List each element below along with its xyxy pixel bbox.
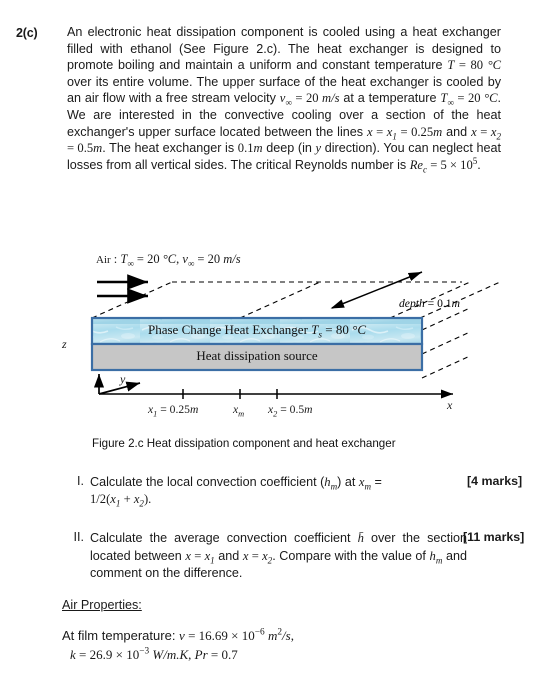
- temp-equation: = 80: [454, 58, 488, 73]
- part-I-plus: +: [120, 492, 134, 507]
- k-exponent: −3: [139, 646, 150, 657]
- part-II-text: Calculate the average convection coeffic…: [90, 530, 467, 582]
- depth-label-unit: m: [451, 297, 460, 310]
- question-text: An electronic heat dissipation component…: [67, 24, 501, 174]
- part-II-seg-f: . Compare with the value of: [272, 548, 430, 563]
- tinf-equation: = 20: [453, 91, 485, 106]
- x2-value: 0.5: [77, 141, 94, 156]
- part-I-marks: [4 marks]: [467, 474, 523, 488]
- air-properties-title: Air Properties:: [62, 598, 142, 612]
- q-seg-6: . The heat exchanger is: [102, 141, 238, 156]
- part-II-eq-1: =: [191, 548, 205, 563]
- nu-comma: ,: [290, 628, 294, 643]
- velocity-equation: = 20: [291, 91, 323, 106]
- k-unit: W/m.K: [149, 647, 189, 662]
- figure-caption: Figure 2.c Heat dissipation component an…: [92, 437, 396, 450]
- question-number: 2(c): [16, 26, 38, 40]
- x1-unit: m: [433, 124, 443, 139]
- depth-unit: m: [253, 141, 263, 156]
- question-block: 2(c) An electronic heat dissipation comp…: [0, 24, 559, 174]
- air-properties-line-1: At film temperature: v = 16.69 × 10−6 m2…: [62, 626, 542, 645]
- symbol-Re: Re: [409, 157, 424, 172]
- x2-equals: =: [67, 141, 78, 156]
- nu-unit-s: /s: [282, 628, 291, 643]
- part-II-seg-a: Calculate the average convection coeffic…: [90, 531, 358, 546]
- coordinate-axes: [93, 374, 453, 399]
- parts-list: I. Calculate the local convection coeffi…: [0, 474, 559, 596]
- tick-x2-eq: = 0.5: [277, 403, 305, 416]
- tick-x1-eq: = 0.25: [157, 403, 190, 416]
- part-I-seg-b: ) at: [337, 475, 359, 489]
- Ts-unit: °C: [352, 322, 366, 337]
- air-properties-line-2: k = 26.9 × 10−3 W/m.K, Pr = 0.7: [62, 645, 542, 664]
- part-I-text: Calculate the local convection coefficie…: [90, 474, 467, 508]
- part-I-fraction: 1/2: [90, 492, 107, 507]
- part-II-seg-d: and: [214, 548, 243, 563]
- q-seg-3: at a temperature: [339, 91, 441, 106]
- tick-xm-sub: m: [238, 409, 245, 419]
- x-equals-2: =: [476, 124, 491, 139]
- depth-label: depth = 0.1m: [399, 297, 460, 310]
- box-label-prefix: Phase Change Heat Exchanger: [147, 322, 312, 337]
- pr-equation: = 0.7: [207, 647, 238, 662]
- axis-label-y: y: [120, 372, 126, 386]
- q-seg-5: and: [442, 124, 472, 139]
- x2-unit: m: [93, 141, 103, 156]
- nu-unit-m: m: [264, 628, 278, 643]
- depth-word: depth: [399, 297, 425, 310]
- airflow-arrows: [97, 274, 148, 304]
- phase-change-box-label: Phase Change Heat Exchanger Ts = 80 °C: [92, 322, 422, 340]
- tick-x1-unit: m: [189, 403, 199, 416]
- tick-x2-unit: m: [304, 403, 313, 416]
- reynolds-equation: = 5 × 10: [427, 157, 473, 172]
- heat-dissipation-box-label: Heat dissipation source: [196, 348, 318, 363]
- q-seg-7: deep (in: [262, 141, 316, 156]
- x1-value: = 0.25: [396, 124, 434, 139]
- tinf-unit: °C: [484, 91, 498, 106]
- film-temp-lead: At film temperature:: [62, 628, 180, 643]
- part-I-number: I.: [77, 474, 84, 488]
- part-I-seg-a: Calculate the local convection coefficie…: [90, 475, 325, 489]
- axis-label-z: z: [62, 337, 67, 351]
- air-properties-block: Air Properties: At film temperature: v =…: [62, 598, 542, 664]
- tick-label-x1: x1 = 0.25m: [148, 403, 199, 418]
- symbol-x2-subscript: 2: [496, 131, 501, 142]
- nu-exponent: −6: [254, 627, 265, 638]
- part-II: II. Calculate the average convection coe…: [0, 530, 559, 582]
- tick-label-xm: xm: [233, 403, 245, 419]
- k-equation: = 26.9 × 10: [75, 647, 140, 662]
- axis-label-x: x: [447, 398, 453, 412]
- pr-symbol: Pr: [194, 647, 208, 662]
- part-I-close-paren: ).: [143, 492, 152, 507]
- tick-label-x2: x2 = 0.5m: [268, 403, 313, 418]
- part-I: I. Calculate the local convection coeffi…: [0, 474, 559, 508]
- part-II-eq-2: =: [248, 548, 263, 563]
- nu-equation: = 16.69 × 10: [184, 628, 255, 643]
- figure-drawing: [90, 271, 501, 399]
- Ts-equation: = 80: [322, 322, 353, 337]
- x-equals-1: =: [372, 124, 387, 139]
- velocity-unit: m/s: [322, 91, 340, 106]
- depth-value: 0.1: [237, 141, 254, 156]
- depth-equation: = 0.1: [424, 297, 452, 310]
- part-II-marks: [11 marks]: [463, 530, 525, 545]
- q-seg-1: An electronic heat dissipation component…: [67, 25, 501, 73]
- part-II-number: II.: [73, 530, 85, 545]
- part-I-seg-c: =: [370, 475, 382, 489]
- temp-unit: °C: [487, 58, 501, 73]
- q-seg-9: .: [477, 157, 481, 172]
